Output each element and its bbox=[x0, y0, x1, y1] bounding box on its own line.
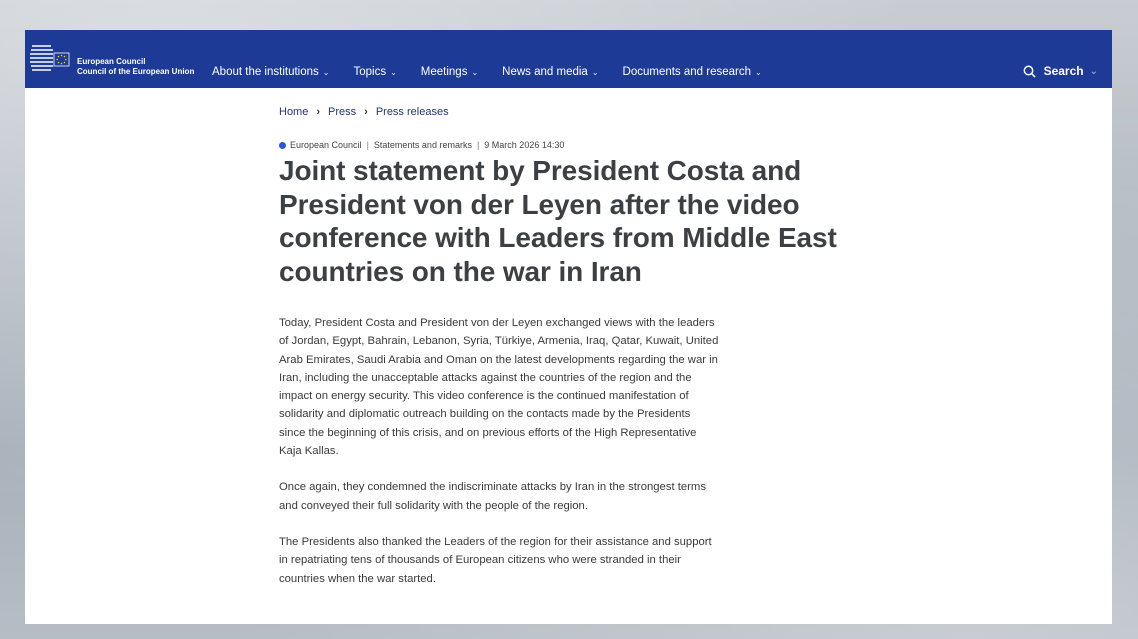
chevron-right-icon: › bbox=[316, 106, 321, 118]
search-label: Search bbox=[1043, 64, 1084, 78]
article-paragraph: The Presidents also thanked the Leaders … bbox=[279, 535, 712, 585]
breadcrumb-press-releases[interactable]: Press releases bbox=[376, 106, 449, 118]
browser-page: European Council Council of the European… bbox=[25, 30, 1112, 624]
eu-council-logo[interactable] bbox=[29, 40, 71, 78]
nav-about-institutions[interactable]: About the institutions ⌄ bbox=[212, 66, 329, 78]
search-chevron-icon: ⌄ bbox=[1089, 65, 1098, 77]
nav-topics[interactable]: Topics ⌄ bbox=[353, 66, 396, 78]
chevron-down-icon: ⌄ bbox=[755, 67, 762, 77]
article-paragraph: Today, President Costa and President von… bbox=[279, 317, 719, 458]
nav-news-media[interactable]: News and media ⌄ bbox=[502, 66, 598, 78]
search-button[interactable]: Search ⌄ bbox=[1023, 64, 1098, 78]
brand-text[interactable]: European Council Council of the European… bbox=[77, 57, 194, 77]
nav-meetings[interactable]: Meetings ⌄ bbox=[421, 66, 478, 78]
main-content: Home › Press › Press releases European C… bbox=[279, 106, 879, 606]
search-icon bbox=[1023, 65, 1036, 78]
chevron-down-icon: ⌄ bbox=[591, 67, 599, 77]
breadcrumb: Home › Press › Press releases bbox=[279, 106, 879, 118]
nav-label: News and media bbox=[502, 66, 588, 78]
site-header: European Council Council of the European… bbox=[25, 30, 1112, 88]
brand-line-1: European Council bbox=[77, 57, 146, 66]
chevron-down-icon: ⌄ bbox=[322, 67, 330, 77]
chevron-down-icon: ⌄ bbox=[390, 67, 397, 77]
article-meta: European Council | Statements and remark… bbox=[279, 140, 879, 150]
meta-separator: | bbox=[476, 140, 480, 150]
chevron-right-icon: › bbox=[364, 106, 368, 118]
breadcrumb-home[interactable]: Home bbox=[279, 106, 308, 118]
nav-label: Meetings bbox=[420, 66, 468, 78]
nav-label: About the institutions bbox=[212, 66, 319, 78]
category-dot-icon bbox=[279, 141, 286, 149]
article-body: Today, President Costa and President von… bbox=[279, 314, 719, 588]
nav-label: Topics bbox=[353, 66, 387, 78]
main-nav: About the institutions ⌄ Topics ⌄ Meetin… bbox=[212, 66, 786, 78]
nav-documents-research[interactable]: Documents and research ⌄ bbox=[623, 66, 762, 78]
chevron-down-icon: ⌄ bbox=[471, 67, 479, 77]
breadcrumb-press[interactable]: Press bbox=[328, 106, 356, 118]
meta-category: European Council bbox=[290, 140, 362, 150]
meta-type: Statements and remarks bbox=[373, 140, 472, 150]
article-paragraph: Once again, they condemned the indiscrim… bbox=[279, 481, 706, 512]
eu-flag-icon bbox=[30, 45, 70, 71]
meta-separator: | bbox=[366, 140, 369, 150]
brand-line-2: Council of the European Union bbox=[77, 67, 195, 76]
meta-date: 9 March 2026 14:30 bbox=[484, 140, 565, 150]
page-title: Joint statement by President Costa and P… bbox=[279, 155, 837, 287]
nav-label: Documents and research bbox=[622, 66, 751, 78]
